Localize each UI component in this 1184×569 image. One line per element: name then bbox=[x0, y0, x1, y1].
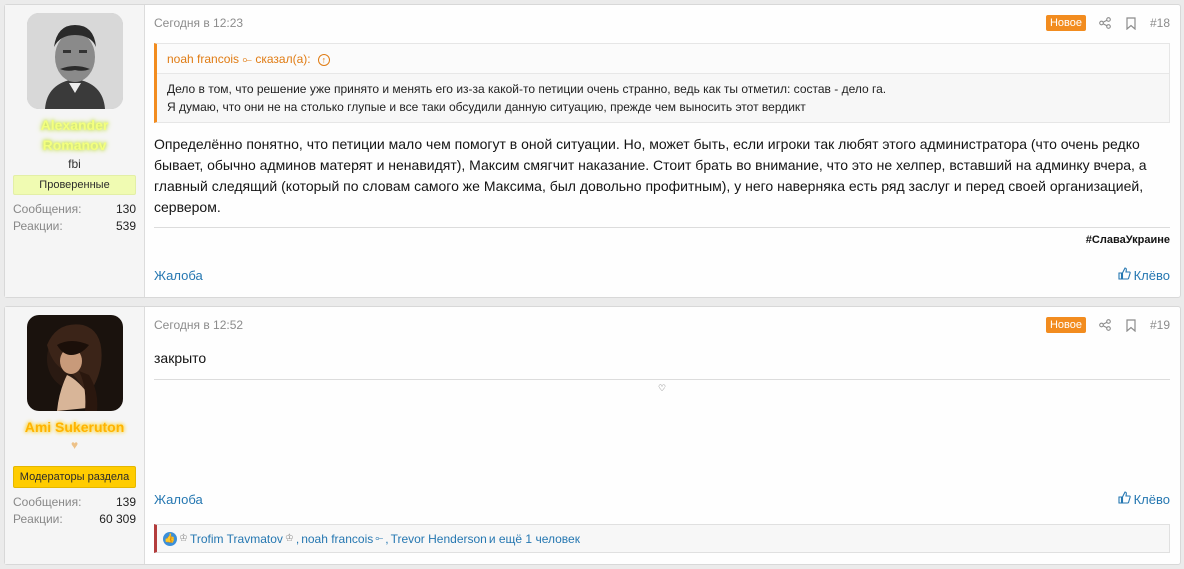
messages-label: Сообщения: bbox=[13, 495, 82, 509]
quote-block: noah francois ⟜ сказал(а): ↑ Дело в том,… bbox=[154, 43, 1170, 123]
user-stats: Сообщения: 139 Реакции: 60 309 bbox=[13, 494, 136, 528]
reactions-label: Реакции: bbox=[13, 512, 63, 526]
reaction-more[interactable]: и ещё 1 человек bbox=[489, 532, 580, 546]
new-badge: Новое bbox=[1045, 15, 1086, 31]
quote-author[interactable]: noah francois bbox=[167, 52, 239, 66]
like-label: Клёво bbox=[1133, 491, 1170, 507]
quote-said: сказал(а): bbox=[255, 52, 311, 66]
quote-header[interactable]: noah francois ⟜ сказал(а): ↑ bbox=[157, 44, 1169, 74]
post-date[interactable]: Сегодня в 12:23 bbox=[154, 16, 243, 30]
reaction-user[interactable]: Trevor Henderson bbox=[391, 532, 487, 546]
share-icon[interactable] bbox=[1098, 17, 1112, 29]
signature: ♡ bbox=[657, 383, 667, 393]
reaction-user[interactable]: Trofim Travmatov bbox=[190, 532, 283, 546]
like-label: Клёво bbox=[1133, 267, 1170, 283]
thumbs-up-icon bbox=[1118, 267, 1131, 283]
message-body: Определённо понятно, что петиции мало че… bbox=[154, 136, 1147, 215]
reaction-user[interactable]: noah francois bbox=[301, 532, 373, 546]
like-button[interactable]: Клёво bbox=[1118, 491, 1170, 507]
share-icon[interactable] bbox=[1098, 319, 1112, 331]
quote-author-icon: ⟜ bbox=[242, 52, 252, 66]
quote-line: Я думаю, что они не на столько глупые и … bbox=[167, 100, 806, 114]
signature: #СлаваУкраине bbox=[1085, 234, 1170, 246]
quote-body: Дело в том, что решение уже принято и ме… bbox=[157, 74, 1169, 122]
messages-label: Сообщения: bbox=[13, 202, 82, 216]
crown-icon: ♔ bbox=[284, 533, 294, 544]
reactions-count: 539 bbox=[115, 219, 136, 233]
report-link[interactable]: Жалоба bbox=[154, 268, 203, 283]
user-sidebar: Alexander Romanov fbi Проверенные Сообще… bbox=[5, 5, 145, 297]
avatar[interactable] bbox=[26, 315, 123, 411]
post-footer: Жалоба Клёво bbox=[154, 267, 1170, 283]
user-sidebar: Ami Sukeruton ♥ Модераторы раздела Сообщ… bbox=[5, 307, 145, 564]
heart-icon: ♥ bbox=[70, 438, 79, 452]
user-banner: Проверенные bbox=[13, 175, 136, 195]
separator: , bbox=[295, 531, 300, 546]
separator: , bbox=[385, 531, 389, 546]
thumbs-up-icon bbox=[1118, 491, 1131, 507]
reactions-bar[interactable]: 👍 ♔ Trofim Travmatov ♔, noah francois ⟜,… bbox=[154, 524, 1170, 553]
post-actions: Новое #18 bbox=[1045, 15, 1170, 31]
report-link[interactable]: Жалоба bbox=[154, 492, 203, 507]
user-icon: ⟜ bbox=[375, 533, 384, 544]
reactions-label: Реакции: bbox=[13, 219, 63, 233]
username[interactable]: Ami Sukeruton bbox=[13, 417, 136, 437]
user-stats: Сообщения: 130 Реакции: 539 bbox=[13, 201, 136, 235]
crown-icon: ♔ bbox=[179, 533, 188, 544]
post-18: Alexander Romanov fbi Проверенные Сообще… bbox=[4, 4, 1181, 298]
post-meta: Сегодня в 12:23 Новое #18 bbox=[154, 5, 1170, 41]
post-number[interactable]: #18 bbox=[1150, 16, 1170, 30]
quote-line: Дело в том, что решение уже принято и ме… bbox=[167, 82, 887, 96]
post-main: Сегодня в 12:52 Новое #19 закрыто ♡ Жало… bbox=[145, 307, 1180, 564]
bookmark-icon[interactable] bbox=[1124, 16, 1138, 30]
bookmark-icon[interactable] bbox=[1124, 318, 1138, 332]
post-main: Сегодня в 12:23 Новое #18 noah francois … bbox=[145, 5, 1180, 297]
messages-count: 139 bbox=[115, 495, 136, 509]
message-body: закрыто bbox=[154, 350, 207, 366]
like-reaction-icon: 👍 bbox=[163, 531, 177, 546]
user-banner: Модераторы раздела bbox=[13, 466, 136, 488]
post-footer: Жалоба Клёво bbox=[154, 491, 1170, 507]
messages-count: 130 bbox=[115, 202, 136, 216]
reactions-count: 60 309 bbox=[99, 512, 136, 526]
post-19: Ami Sukeruton ♥ Модераторы раздела Сообщ… bbox=[4, 306, 1181, 565]
user-title: fbi bbox=[68, 157, 81, 171]
avatar[interactable] bbox=[26, 13, 123, 109]
post-actions: Новое #19 bbox=[1045, 317, 1170, 333]
username[interactable]: Alexander Romanov bbox=[13, 115, 136, 155]
post-number[interactable]: #19 bbox=[1150, 318, 1170, 332]
arrow-up-icon[interactable]: ↑ bbox=[317, 54, 330, 66]
post-meta: Сегодня в 12:52 Новое #19 bbox=[154, 307, 1170, 343]
new-badge: Новое bbox=[1045, 317, 1086, 333]
like-button[interactable]: Клёво bbox=[1118, 267, 1170, 283]
post-date[interactable]: Сегодня в 12:52 bbox=[154, 318, 243, 332]
